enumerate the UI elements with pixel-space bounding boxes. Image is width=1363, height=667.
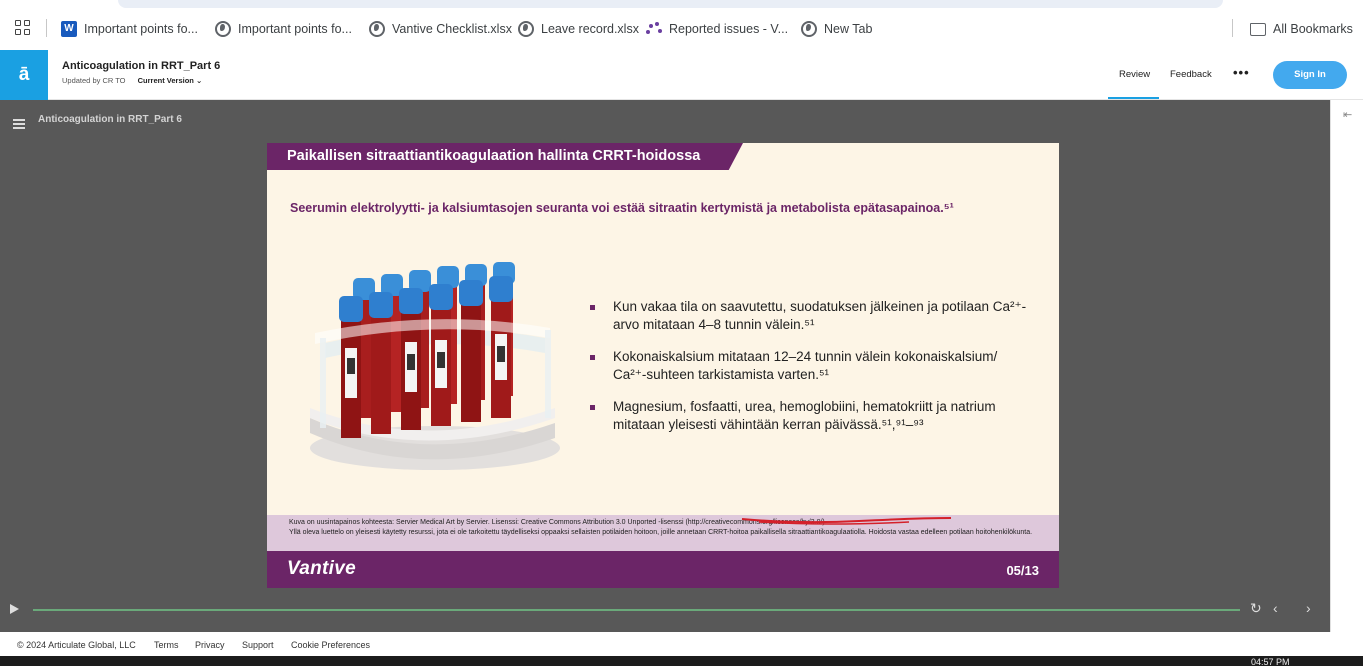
terms-link[interactable]: Terms [154, 640, 179, 650]
globe-icon [801, 21, 817, 37]
bookmarks-bar: W Important points fo... Important point… [0, 0, 1363, 50]
slide: Paikallisen sitraattiantikoagulaation ha… [267, 143, 1059, 588]
updated-by-text: Updated by CR TO [62, 76, 126, 85]
globe-icon [215, 21, 231, 37]
page-footer: © 2024 Articulate Global, LLC Terms Priv… [0, 632, 1363, 656]
articulate-logo[interactable]: ā [0, 50, 48, 100]
collapse-panel-icon[interactable]: ⇤ [1343, 108, 1352, 121]
course-meta: Updated by CR TO Current Version ⌄ [62, 76, 202, 85]
bookmark-label: Important points fo... [238, 22, 352, 36]
bookmark-label: Important points fo... [84, 22, 198, 36]
bookmark-label: Leave record.xlsx [541, 22, 639, 36]
bookmark-item[interactable]: Leave record.xlsx [518, 19, 639, 39]
tube-group [339, 262, 515, 438]
version-dropdown[interactable]: Current Version ⌄ [138, 76, 203, 85]
os-taskbar: 04:57 PM [0, 656, 1363, 667]
privacy-link[interactable]: Privacy [195, 640, 225, 650]
address-bar-edge [118, 0, 1223, 8]
bookmarks-separator [1232, 19, 1233, 37]
support-link[interactable]: Support [242, 640, 274, 650]
course-player: Anticoagulation in RRT_Part 6 Paikallise… [0, 100, 1330, 632]
word-icon: W [61, 21, 77, 37]
next-slide-icon[interactable]: › [1306, 600, 1311, 616]
bullet-list: Kun vakaa tila on saavutettu, suodatukse… [590, 298, 1030, 448]
apps-grid-icon[interactable] [15, 20, 31, 36]
app-header: ā Anticoagulation in RRT_Part 6 Updated … [0, 50, 1363, 100]
cookie-preferences-link[interactable]: Cookie Preferences [291, 640, 370, 650]
bookmark-item[interactable]: W Important points fo... [61, 19, 198, 39]
globe-icon [369, 21, 385, 37]
side-panel: ⇤ [1330, 100, 1363, 632]
version-label: Current Version [137, 76, 194, 85]
previous-slide-icon[interactable]: ‹ [1273, 600, 1278, 616]
bullet-item: Kun vakaa tila on saavutettu, suodatukse… [590, 298, 1030, 334]
bookmark-label: Vantive Checklist.xlsx [392, 22, 512, 36]
bullet-item: Kokonaiskalsium mitataan 12–24 tunnin vä… [590, 348, 1030, 384]
bookmark-item[interactable]: Important points fo... [215, 19, 352, 39]
feedback-tab[interactable]: Feedback [1170, 69, 1212, 80]
chevron-down-icon: ⌄ [195, 76, 203, 85]
slide-title: Paikallisen sitraattiantikoagulaation ha… [287, 148, 701, 164]
menu-icon[interactable] [13, 119, 25, 131]
progress-bar[interactable] [33, 609, 1240, 611]
bookmark-label: New Tab [824, 22, 873, 36]
folder-icon [1250, 22, 1266, 36]
replay-icon[interactable]: ↻ [1250, 600, 1262, 617]
active-tab-indicator [1108, 97, 1159, 99]
bookmark-item[interactable]: New Tab [801, 19, 872, 39]
slide-page-number: 05/13 [1006, 563, 1039, 578]
bookmarks-separator [46, 19, 47, 37]
all-bookmarks-label: All Bookmarks [1273, 22, 1353, 36]
slide-footer: Vantive 05/13 [267, 551, 1059, 588]
player-title: Anticoagulation in RRT_Part 6 [38, 114, 182, 125]
loading-dots-icon [646, 21, 662, 37]
vantive-logo: Vantive [287, 558, 356, 579]
slide-subtitle: Seerumin elektrolyytti- ja kalsiumtasoje… [290, 201, 954, 215]
blood-tubes-image [310, 262, 560, 470]
more-options-icon[interactable]: ••• [1233, 65, 1250, 80]
bookmark-item[interactable]: Vantive Checklist.xlsx [369, 19, 512, 39]
sign-in-button[interactable]: Sign In [1273, 61, 1347, 89]
all-bookmarks-button[interactable]: All Bookmarks [1250, 19, 1353, 39]
bullet-item: Magnesium, fosfaatti, urea, hemoglobiini… [590, 398, 1030, 434]
globe-icon [518, 21, 534, 37]
bookmark-label: Reported issues - V... [669, 22, 789, 36]
play-icon[interactable] [10, 604, 19, 614]
footnote-line: Yllä oleva luettelo on yleisesti käytett… [289, 529, 1033, 536]
copyright-text: © 2024 Articulate Global, LLC [17, 640, 136, 650]
bookmark-item[interactable]: Reported issues - V... [646, 19, 788, 39]
review-tab[interactable]: Review [1119, 69, 1150, 80]
course-title: Anticoagulation in RRT_Part 6 [62, 60, 221, 72]
red-annotation-scribble [741, 517, 952, 525]
